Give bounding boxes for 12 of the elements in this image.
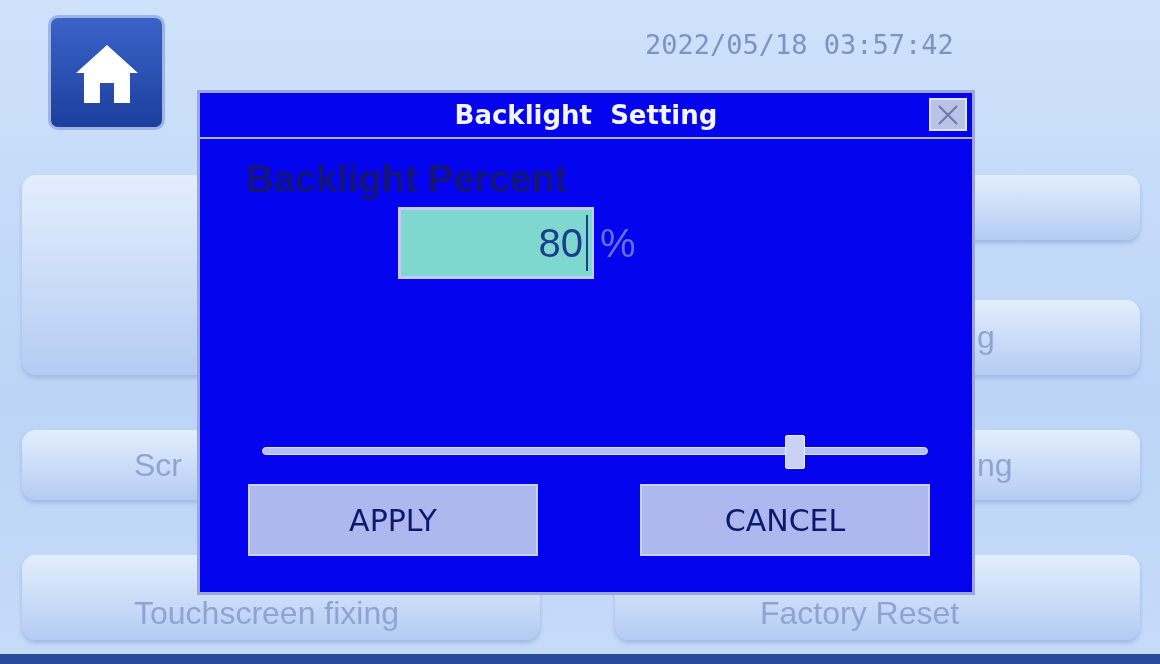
percent-unit: % [600,220,636,266]
close-button[interactable] [929,98,967,131]
backlight-percent-label: Backlight Percent [246,157,568,201]
dialog-title: Backlight Setting [454,100,718,130]
percent-input-field[interactable]: 80 [398,207,594,279]
backlight-slider[interactable] [262,434,928,468]
apply-button[interactable]: APPLY [248,484,538,556]
slider-thumb[interactable] [785,435,806,469]
home-button[interactable] [48,15,165,130]
date-time: 2022/05/18 03:57:42 [645,29,954,60]
cancel-button[interactable]: CANCEL [640,484,930,556]
close-icon [936,102,960,127]
